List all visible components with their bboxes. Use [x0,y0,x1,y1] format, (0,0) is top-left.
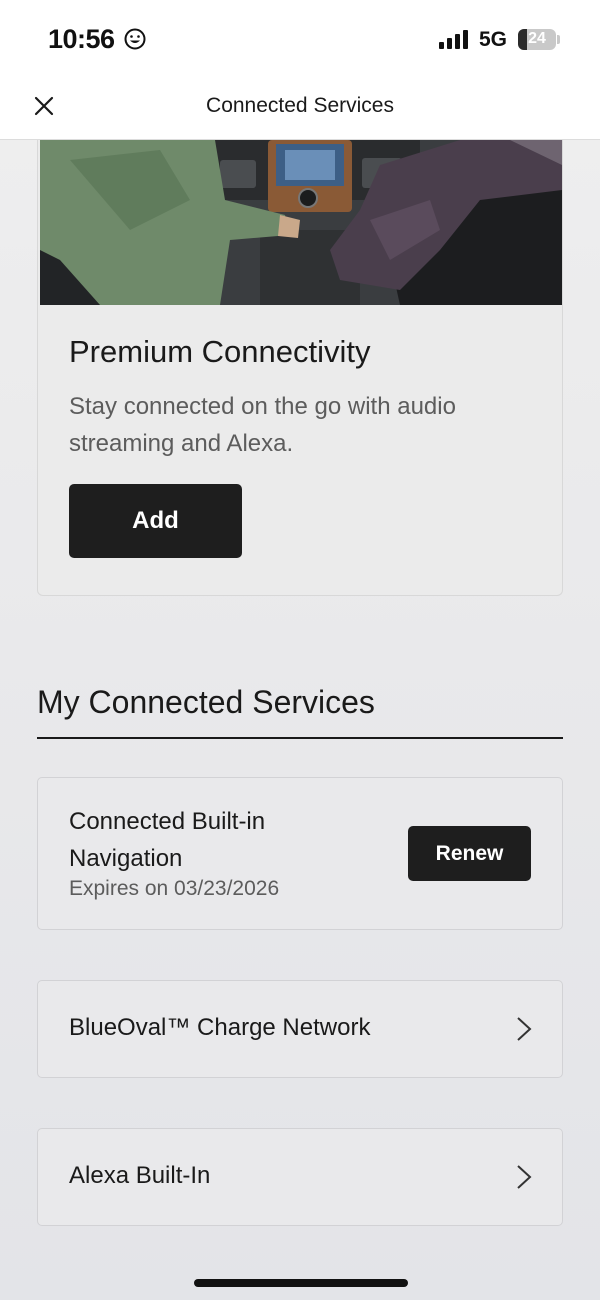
chevron-right-icon [517,1165,532,1189]
status-time: 10:56 [48,24,115,54]
network-label: 5G [479,28,508,51]
blueoval-charge-network-label: BlueOval™ Charge Network [69,1014,371,1041]
navigation-service-card: Connected Built-in Navigation Expires on… [37,777,563,930]
alexa-built-in-label: Alexa Built-In [69,1162,211,1189]
battery-cap [557,35,560,44]
promo-description: Stay connected on the go with audio stre… [69,393,456,457]
alexa-built-in-item[interactable]: Alexa Built-In [37,1128,563,1226]
signal-icon [439,30,468,49]
blueoval-charge-network-item[interactable]: BlueOval™ Charge Network [37,980,563,1078]
promo-image [40,140,562,305]
navigation-service-title: Connected Built-in Navigation [69,808,266,872]
status-bar: 10:56 5G 24 [0,0,600,78]
section-divider [37,737,563,739]
section-title: My Connected Services [37,684,375,720]
navigation-expiry-date: Expires on 03/23/2026 [69,877,280,900]
promo-card: Premium Connectivity Stay connected on t… [37,140,563,596]
renew-button[interactable]: Renew [408,826,531,881]
nav-header: Connected Services [0,78,600,140]
chevron-right-icon [517,1017,532,1041]
promo-title: Premium Connectivity [69,334,371,369]
home-indicator[interactable] [194,1279,408,1287]
battery-level: 24 [528,30,546,47]
page-title: Connected Services [206,94,394,117]
smiley-icon [124,28,146,50]
battery-icon: 24 [518,29,556,50]
add-button[interactable]: Add [69,484,242,558]
